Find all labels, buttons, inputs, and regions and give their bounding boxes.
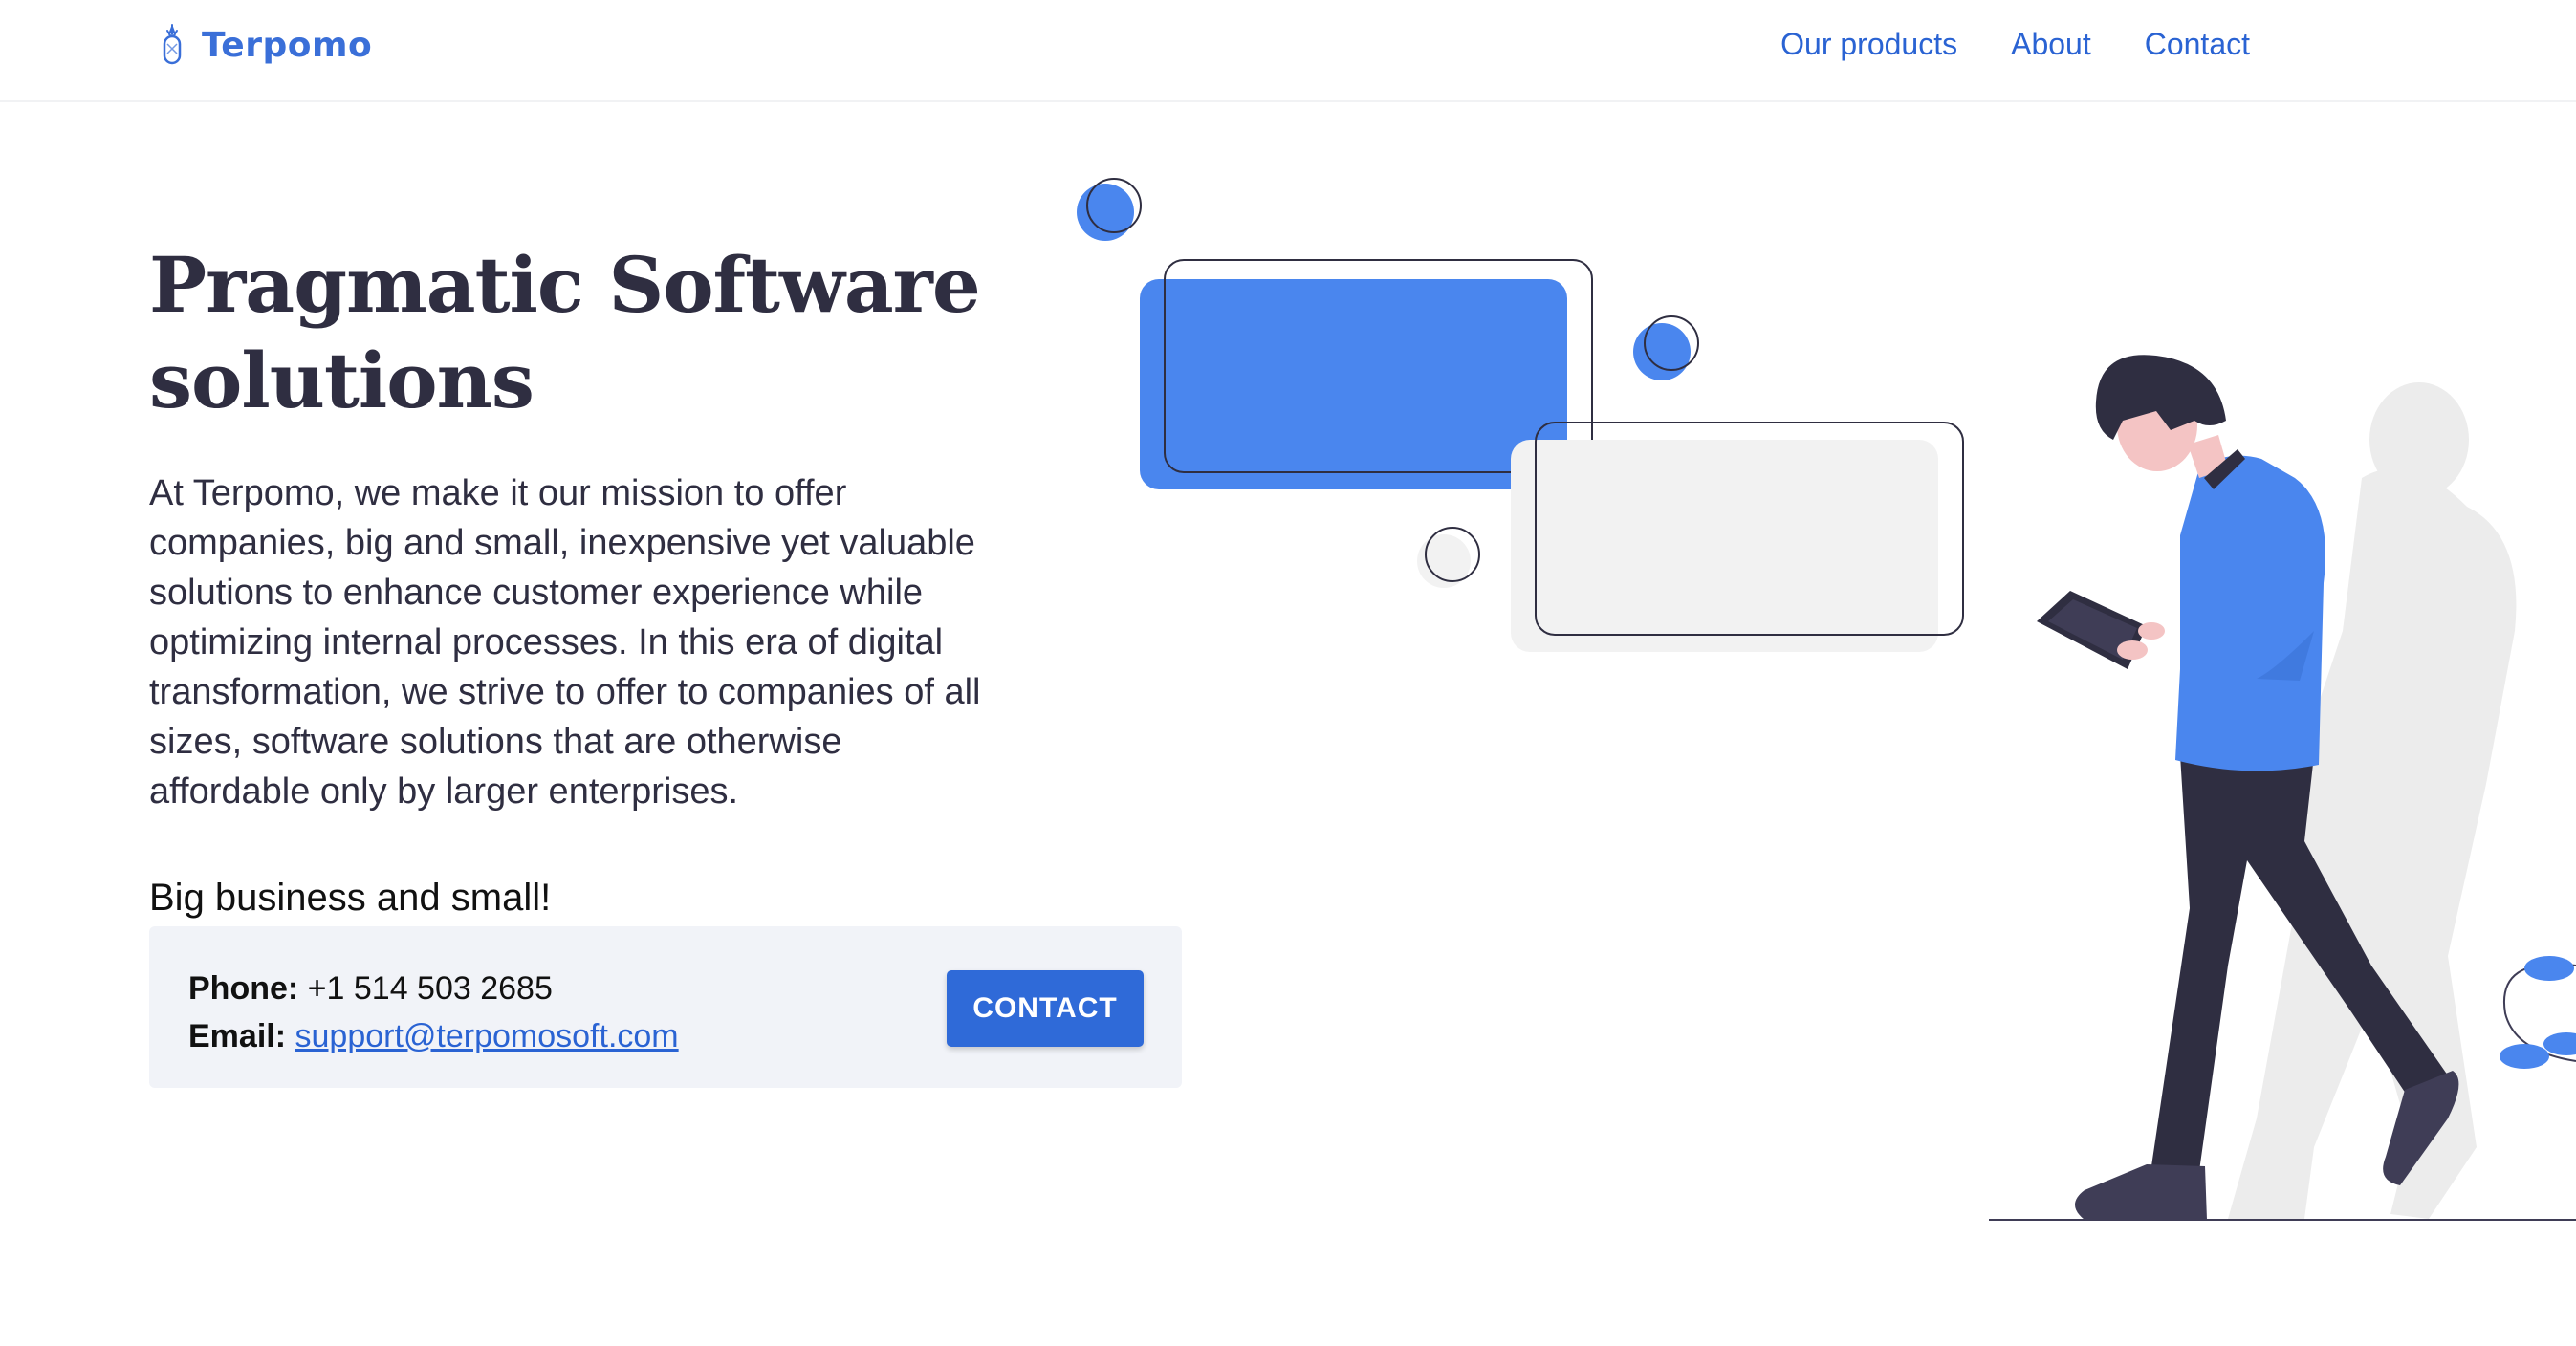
nav-link-contact[interactable]: Contact — [2145, 25, 2250, 63]
nav-link-about[interactable]: About — [2011, 25, 2091, 63]
nav-link-our-products[interactable]: Our products — [1780, 25, 1957, 63]
hero-illustration — [1077, 178, 2576, 1221]
hero-title: Pragmatic Software solutions — [149, 240, 981, 425]
brand-logo-link[interactable]: Terpomo — [156, 21, 372, 69]
decor-circle-top — [1077, 178, 1142, 241]
plant-decoration — [2500, 956, 2576, 1069]
contact-card: Phone: +1 514 503 2685 Email: support@te… — [149, 926, 1182, 1088]
hero-description: At Terpomo, we make it our mission to of… — [149, 473, 981, 812]
main-nav: Our products About Contact — [1780, 25, 2250, 63]
email-label: Email: — [188, 1018, 287, 1054]
decor-circle-mid — [1633, 315, 1699, 380]
phone-line: Phone: +1 514 503 2685 — [188, 965, 679, 1012]
hero-tagline: Big business and small! — [149, 877, 552, 919]
contact-details: Phone: +1 514 503 2685 Email: support@te… — [188, 965, 679, 1060]
site-header: Terpomo Our products About Contact — [0, 0, 2576, 102]
decor-circle-grey — [1417, 527, 1480, 588]
pineapple-icon — [163, 24, 182, 65]
brand-name: Terpomo — [202, 25, 373, 65]
phone-label: Phone: — [188, 970, 299, 1007]
message-card-grey — [1511, 422, 1964, 652]
email-link[interactable]: support@terpomosoft.com — [295, 1018, 679, 1054]
email-line: Email: support@terpomosoft.com — [188, 1012, 679, 1060]
phone-value: +1 514 503 2685 — [307, 970, 553, 1007]
